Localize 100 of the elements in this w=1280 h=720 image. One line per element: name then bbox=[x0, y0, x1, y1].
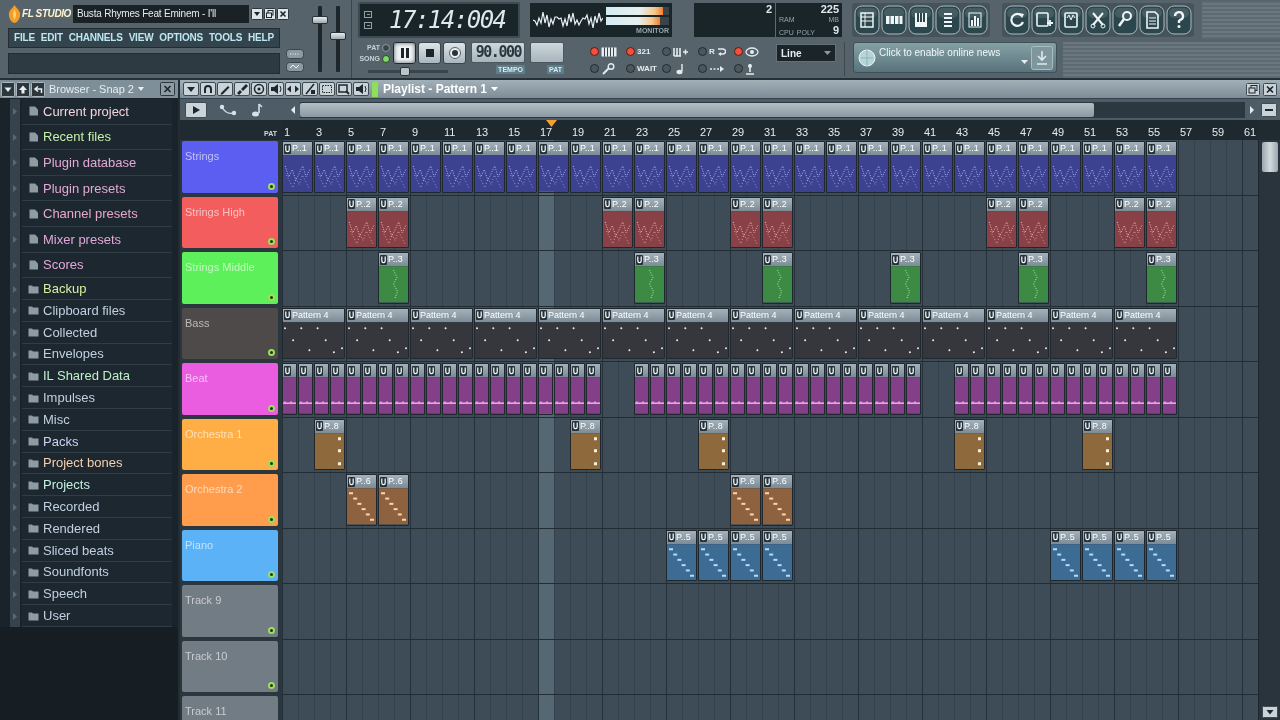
piano-keys-icon[interactable] bbox=[908, 5, 934, 35]
u-shape-icon[interactable] bbox=[764, 476, 771, 487]
scrollbar-thumb[interactable] bbox=[300, 102, 1094, 117]
u-shape-icon[interactable] bbox=[380, 199, 387, 209]
pattern-clip[interactable]: P..1 bbox=[826, 141, 857, 193]
u-shape-icon[interactable] bbox=[1084, 532, 1091, 542]
u-shape-icon[interactable] bbox=[476, 310, 483, 320]
pattern-clip[interactable]: P..2 bbox=[1018, 196, 1049, 248]
browser-item[interactable]: Speech bbox=[22, 583, 172, 606]
pattern-clip[interactable] bbox=[314, 363, 329, 415]
u-shape-icon[interactable] bbox=[748, 365, 755, 376]
u-shape-icon[interactable] bbox=[348, 365, 355, 376]
u-shape-icon[interactable] bbox=[828, 365, 835, 376]
minus-icon[interactable] bbox=[1261, 102, 1277, 117]
u-shape-icon[interactable] bbox=[444, 143, 451, 154]
pattern-clip[interactable] bbox=[1098, 363, 1113, 415]
list-icon[interactable] bbox=[935, 5, 961, 35]
u-shape-icon[interactable] bbox=[332, 365, 339, 376]
pattern-clip[interactable] bbox=[794, 363, 809, 415]
slider-thumb[interactable] bbox=[399, 67, 410, 76]
track-switch[interactable] bbox=[268, 626, 275, 634]
pattern-clip[interactable] bbox=[874, 363, 889, 415]
slider-thumb[interactable] bbox=[329, 32, 346, 41]
menu-item[interactable]: EDIT bbox=[40, 33, 63, 43]
u-shape-icon[interactable] bbox=[892, 365, 899, 376]
pattern-clip[interactable]: P..1 bbox=[762, 141, 793, 193]
browser-item[interactable]: Sliced beats bbox=[22, 539, 172, 562]
u-shape-icon[interactable] bbox=[604, 143, 611, 154]
track-header[interactable]: Orchestra 2 bbox=[182, 474, 278, 526]
browser-item[interactable]: Packs bbox=[22, 430, 172, 453]
pattern-clip[interactable]: P..5 bbox=[1146, 529, 1177, 581]
u-shape-icon[interactable] bbox=[1100, 365, 1107, 376]
brush-icon[interactable] bbox=[234, 82, 250, 96]
square-wave-icon[interactable] bbox=[1058, 5, 1084, 35]
u-shape-icon[interactable] bbox=[348, 310, 355, 320]
u-shape-icon[interactable] bbox=[636, 143, 643, 154]
pattern-clip[interactable]: Pattern 4 bbox=[666, 307, 729, 359]
u-shape-icon[interactable] bbox=[924, 143, 931, 154]
pattern-clip[interactable] bbox=[490, 363, 505, 415]
pattern-clip[interactable]: P..1 bbox=[506, 141, 537, 193]
pattern-clip[interactable] bbox=[762, 363, 777, 415]
pattern-clip[interactable] bbox=[1034, 363, 1049, 415]
pattern-clip[interactable]: Pattern 4 bbox=[410, 307, 473, 359]
scissors-icon[interactable] bbox=[1085, 5, 1111, 35]
u-shape-icon[interactable] bbox=[1004, 365, 1011, 376]
u-shape-icon[interactable] bbox=[572, 365, 579, 376]
tempo-display[interactable]: 90.000 bbox=[471, 42, 525, 63]
pattern-clip[interactable]: P..1 bbox=[1114, 141, 1145, 193]
u-shape-icon[interactable] bbox=[1148, 365, 1155, 376]
u-shape-icon[interactable] bbox=[1068, 365, 1075, 376]
u-shape-icon[interactable] bbox=[284, 310, 291, 320]
magnifier-icon[interactable] bbox=[601, 62, 615, 75]
magnifier-icon[interactable] bbox=[1112, 5, 1138, 35]
u-shape-icon[interactable] bbox=[876, 365, 883, 376]
track-header[interactable]: Beat bbox=[182, 363, 278, 415]
track-header[interactable]: Track 11 bbox=[182, 696, 278, 720]
u-shape-icon[interactable] bbox=[572, 421, 579, 431]
menu-item[interactable]: VIEW bbox=[128, 33, 154, 43]
pattern-clip[interactable] bbox=[1082, 363, 1097, 415]
joystick-icon[interactable] bbox=[745, 62, 755, 75]
pattern-clip[interactable]: P..5 bbox=[1082, 529, 1113, 581]
u-shape-icon[interactable] bbox=[668, 365, 675, 376]
u-shape-icon[interactable] bbox=[380, 476, 387, 487]
pattern-clip[interactable] bbox=[970, 363, 985, 415]
eye-icon[interactable] bbox=[745, 46, 759, 57]
browser-item[interactable]: Current project bbox=[22, 99, 172, 125]
pattern-clip[interactable] bbox=[410, 363, 425, 415]
pattern-clip[interactable]: P..6 bbox=[378, 474, 409, 526]
u-shape-icon[interactable] bbox=[1036, 365, 1043, 376]
restore-icon[interactable] bbox=[1246, 82, 1260, 96]
radio-button[interactable] bbox=[382, 54, 390, 63]
pattern-clip[interactable]: Pattern 4 bbox=[474, 307, 537, 359]
u-shape-icon[interactable] bbox=[1020, 254, 1027, 265]
pattern-clip[interactable] bbox=[378, 363, 393, 415]
toggle-led[interactable] bbox=[734, 64, 743, 73]
pattern-clip[interactable]: P..8 bbox=[954, 418, 985, 470]
browser-item[interactable]: Recent files bbox=[22, 124, 172, 151]
pattern-clip[interactable] bbox=[778, 363, 793, 415]
target-icon[interactable] bbox=[251, 82, 267, 96]
help-icon[interactable] bbox=[1166, 5, 1192, 35]
browser-item[interactable]: Impulses bbox=[22, 387, 172, 409]
pattern-clip[interactable] bbox=[682, 363, 697, 415]
pattern-clip[interactable] bbox=[362, 363, 377, 415]
pattern-clip[interactable]: P..2 bbox=[378, 196, 409, 248]
pattern-clip[interactable]: P..1 bbox=[698, 141, 729, 193]
arrows-icon[interactable] bbox=[285, 82, 301, 96]
u-shape-icon[interactable] bbox=[284, 365, 291, 376]
u-shape-icon[interactable] bbox=[796, 365, 803, 376]
u-shape-icon[interactable] bbox=[412, 365, 419, 376]
pattern-clip[interactable] bbox=[954, 363, 969, 415]
u-shape-icon[interactable] bbox=[428, 365, 435, 376]
pattern-clip[interactable]: P..1 bbox=[922, 141, 953, 193]
return-arrow-icon[interactable] bbox=[716, 47, 726, 56]
pattern-clip[interactable]: P..1 bbox=[410, 141, 441, 193]
pattern-clip[interactable] bbox=[394, 363, 409, 415]
pattern-clip[interactable]: P..2 bbox=[986, 196, 1017, 248]
menu-item[interactable]: CHANNELS bbox=[68, 33, 123, 43]
toggle-led[interactable] bbox=[662, 64, 671, 73]
pattern-clip[interactable]: P..1 bbox=[314, 141, 345, 193]
pattern-clip[interactable] bbox=[714, 363, 729, 415]
